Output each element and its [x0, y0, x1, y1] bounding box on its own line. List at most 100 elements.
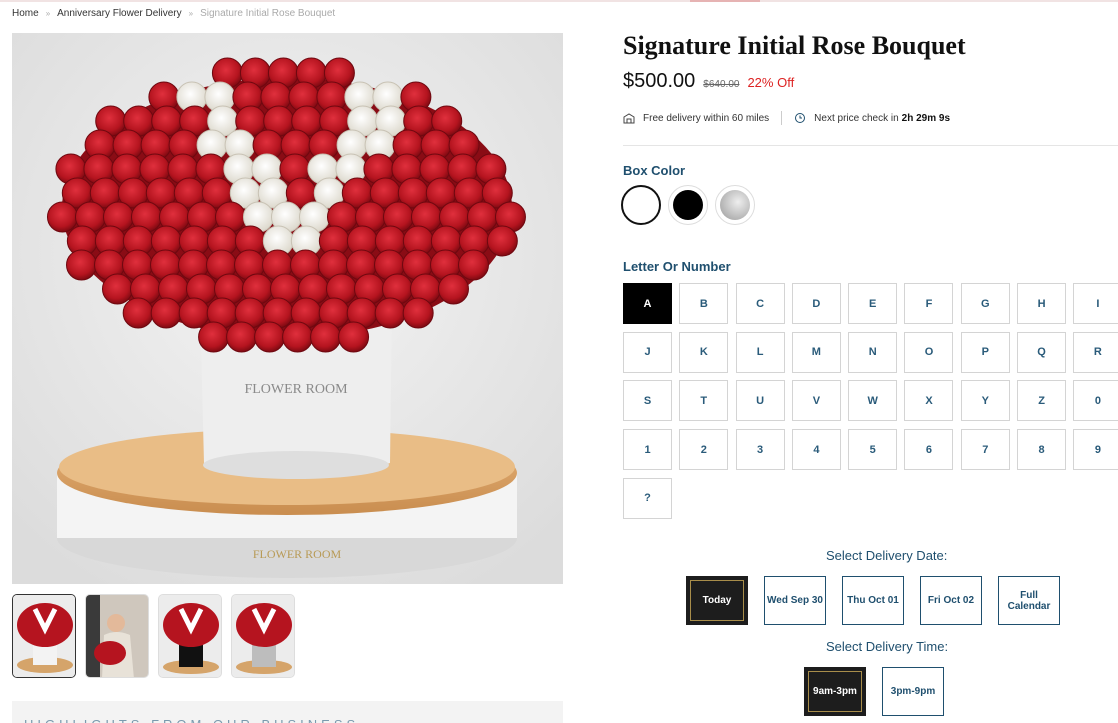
red-rose [65, 249, 97, 281]
product-title: Signature Initial Rose Bouquet [623, 31, 966, 60]
thumbnail-3[interactable] [158, 594, 222, 678]
letter-option[interactable]: I [1073, 283, 1118, 324]
red-rose [486, 225, 518, 257]
letter-option[interactable]: A [623, 283, 672, 324]
old-price: $640.00 [703, 79, 740, 90]
red-rose [198, 321, 230, 353]
letter-option[interactable]: 5 [848, 429, 898, 471]
info-row: Free delivery within 60 miles Next price… [623, 111, 950, 125]
letter-option[interactable]: Q [1017, 331, 1067, 373]
letter-option[interactable]: B [679, 283, 729, 324]
delivery-time-button[interactable]: 9am-3pm [804, 667, 866, 716]
letter-option[interactable]: W [848, 380, 898, 422]
delivery-time-label: Select Delivery Time: [826, 639, 949, 654]
delivery-date-button[interactable]: Fri Oct 02 [920, 576, 982, 625]
letter-option[interactable]: N [848, 331, 898, 373]
letter-option[interactable]: 0 [1073, 380, 1118, 422]
red-rose [402, 297, 434, 329]
delivery-date-button[interactable]: Thu Oct 01 [842, 576, 904, 625]
red-rose [437, 273, 469, 305]
letter-option[interactable]: 8 [1017, 429, 1067, 471]
box-brand-text: FLOWER ROOM [244, 382, 348, 397]
thumbnail-4[interactable] [231, 594, 295, 678]
delivery-date-button[interactable]: Full Calendar [998, 576, 1060, 625]
letter-option[interactable]: D [791, 283, 841, 324]
highlights-section: HIGHLIGHTS FROM OUR BUSINESS [12, 701, 563, 723]
thumbnail-1[interactable] [12, 594, 76, 678]
red-rose [310, 321, 342, 353]
letter-option[interactable]: T [679, 380, 729, 422]
letter-option[interactable]: 1 [623, 429, 672, 471]
letter-options: A B C D E F G H I J K L M N O P Q R S T U V W X Y Z 0 1 2 3 4 5 6 7 8 9? [623, 283, 1118, 519]
clock-icon [794, 112, 806, 124]
delivery-time-options: 9am-3pm 3pm-9pm [804, 667, 944, 716]
base-brand-text: FLOWER ROOM [253, 547, 342, 561]
box-color-label: Box Color [623, 163, 686, 178]
letter-option[interactable]: ? [623, 477, 672, 519]
delivery-date-button[interactable]: Wed Sep 30 [764, 576, 826, 625]
red-rose [122, 297, 154, 329]
letter-option[interactable]: M [791, 331, 841, 373]
letter-option[interactable]: 4 [791, 429, 841, 471]
delivery-date-options: Today Wed Sep 30 Thu Oct 01 Fri Oct 02 Full … [686, 576, 1060, 625]
delivery-date-label: Select Delivery Date: [826, 548, 948, 563]
breadcrumb-home[interactable]: Home [12, 8, 39, 19]
box-color-silver[interactable] [715, 185, 755, 225]
letter-option[interactable]: V [791, 380, 841, 422]
price-check-prefix: Next price check in [814, 112, 899, 124]
thumbnail-strip [12, 594, 295, 678]
delivery-date-button[interactable]: Today [686, 576, 748, 625]
letter-option[interactable]: K [679, 331, 729, 373]
product-main-image[interactable]: FLOWER ROOM FLOWER ROOM [12, 33, 563, 584]
red-rose [226, 321, 258, 353]
breadcrumb: Home » Anniversary Flower Delivery » Sig… [12, 8, 335, 19]
delivery-text: Free delivery within 60 miles [643, 112, 770, 124]
letter-option[interactable]: L [735, 331, 785, 373]
breadcrumb-current: Signature Initial Rose Bouquet [200, 8, 336, 19]
letter-option[interactable]: U [735, 380, 785, 422]
letter-option[interactable]: X [904, 380, 954, 422]
red-rose [282, 321, 314, 353]
box-color-white[interactable] [621, 185, 661, 225]
letter-option[interactable]: P [960, 331, 1010, 373]
breadcrumb-separator: » [188, 9, 194, 18]
price-row: $500.00 $640.00 22% Off [623, 70, 794, 93]
rose-bouquet-illustration: FLOWER ROOM FLOWER ROOM [12, 33, 563, 584]
letter-option[interactable]: J [623, 331, 672, 373]
letter-option[interactable]: 2 [679, 429, 729, 471]
divider [623, 145, 1118, 146]
red-rose [101, 273, 133, 305]
red-rose [338, 321, 370, 353]
discount-badge: 22% Off [747, 75, 795, 90]
letter-option[interactable]: H [1017, 283, 1067, 324]
letter-option[interactable]: R [1073, 331, 1118, 373]
breadcrumb-category[interactable]: Anniversary Flower Delivery [57, 8, 181, 19]
current-price: $500.00 [623, 70, 696, 92]
red-rose [374, 297, 406, 329]
red-rose [457, 249, 489, 281]
delivery-time-button[interactable]: 3pm-9pm [882, 667, 944, 716]
letter-option[interactable]: Y [960, 380, 1010, 422]
thumbnail-2[interactable] [85, 594, 149, 678]
letter-option[interactable]: S [623, 380, 672, 422]
letter-option[interactable]: 9 [1073, 429, 1118, 471]
price-check-timer: 2h 29m 9s [901, 112, 951, 124]
breadcrumb-separator: » [45, 9, 51, 18]
letter-option[interactable]: 3 [735, 429, 785, 471]
red-rose [178, 297, 210, 329]
box-color-options [621, 185, 755, 225]
red-rose [254, 321, 286, 353]
delivery-icon [623, 112, 635, 124]
letter-option[interactable]: E [848, 283, 898, 324]
top-border [0, 0, 1118, 2]
letter-option[interactable]: O [904, 331, 954, 373]
letter-label: Letter Or Number [623, 259, 731, 274]
box-color-black[interactable] [668, 185, 708, 225]
letter-option[interactable]: C [735, 283, 785, 324]
letter-option[interactable]: Z [1017, 380, 1067, 422]
red-rose [46, 201, 78, 233]
letter-option[interactable]: F [904, 283, 954, 324]
letter-option[interactable]: 6 [904, 429, 954, 471]
letter-option[interactable]: 7 [960, 429, 1010, 471]
letter-option[interactable]: G [960, 283, 1010, 324]
